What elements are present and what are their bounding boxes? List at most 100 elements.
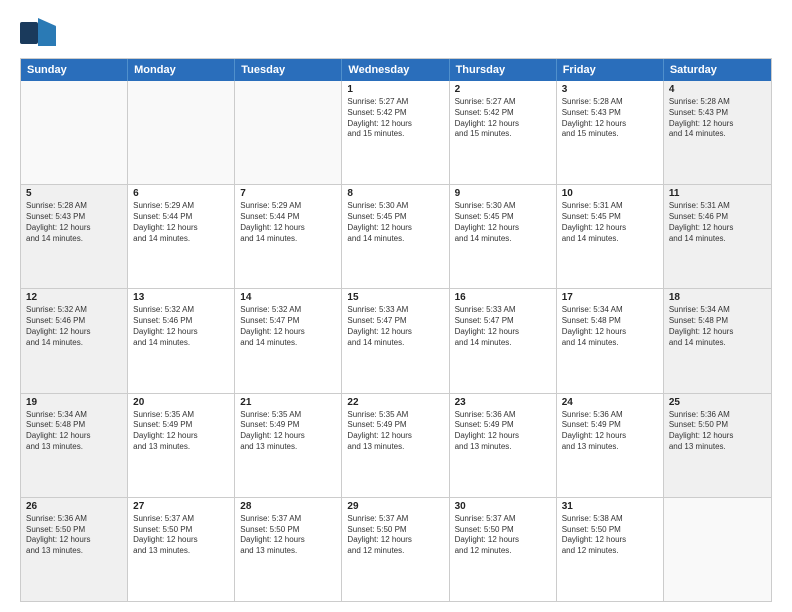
weekday-header: Sunday [21, 59, 128, 81]
cell-info: Sunrise: 5:35 AM Sunset: 5:49 PM Dayligh… [347, 410, 443, 453]
cell-info: Sunrise: 5:32 AM Sunset: 5:47 PM Dayligh… [240, 305, 336, 348]
cell-info: Sunrise: 5:37 AM Sunset: 5:50 PM Dayligh… [240, 514, 336, 557]
day-number: 18 [669, 292, 766, 303]
calendar-cell: 7Sunrise: 5:29 AM Sunset: 5:44 PM Daylig… [235, 185, 342, 288]
calendar-cell: 31Sunrise: 5:38 AM Sunset: 5:50 PM Dayli… [557, 498, 664, 601]
calendar-cell: 2 Sunrise: 5:27 AM Sunset: 5:42 PM Daylig… [450, 81, 557, 184]
day-number: 9 [455, 188, 551, 199]
empty-cell [664, 498, 771, 601]
empty-cell [128, 81, 235, 184]
calendar-row: 12 Sunrise: 5:32 AM Sunset: 5:46 PM Dayli… [21, 288, 771, 392]
calendar-cell: 8Sunrise: 5:30 AM Sunset: 5:45 PM Daylig… [342, 185, 449, 288]
calendar-cell: 26Sunrise: 5:36 AM Sunset: 5:50 PM Dayli… [21, 498, 128, 601]
day-number: 25 [669, 397, 766, 408]
day-number: 17 [562, 292, 658, 303]
day-number: 8 [347, 188, 443, 199]
calendar-row: 1 Sunrise: 5:27 AM Sunset: 5:42 PM Daylig… [21, 81, 771, 184]
empty-cell [235, 81, 342, 184]
cell-info: Sunrise: 5:32 AM Sunset: 5:46 PM Dayligh… [133, 305, 229, 348]
calendar-cell: 5 Sunrise: 5:28 AM Sunset: 5:43 PM Daylig… [21, 185, 128, 288]
cell-info: Sunrise: 5:28 AM Sunset: 5:43 PM Dayligh… [562, 97, 658, 140]
calendar-cell: 1 Sunrise: 5:27 AM Sunset: 5:42 PM Daylig… [342, 81, 449, 184]
calendar-cell: 28 Sunrise: 5:37 AM Sunset: 5:50 PM Dayli… [235, 498, 342, 601]
calendar-cell: 20 Sunrise: 5:35 AM Sunset: 5:49 PM Dayli… [128, 394, 235, 497]
day-number: 24 [562, 397, 658, 408]
calendar-header: SundayMondayTuesdayWednesdayThursdayFrid… [21, 59, 771, 81]
calendar-cell: 29Sunrise: 5:37 AM Sunset: 5:50 PM Dayli… [342, 498, 449, 601]
calendar-cell: 25 Sunrise: 5:36 AM Sunset: 5:50 PM Dayli… [664, 394, 771, 497]
cell-info: Sunrise: 5:30 AM Sunset: 5:45 PM Dayligh… [455, 201, 551, 244]
calendar-cell: 6 Sunrise: 5:29 AM Sunset: 5:44 PM Daylig… [128, 185, 235, 288]
day-number: 2 [455, 84, 551, 95]
day-number: 5 [26, 188, 122, 199]
cell-info: Sunrise: 5:28 AM Sunset: 5:43 PM Dayligh… [26, 201, 122, 244]
cell-info: Sunrise: 5:33 AM Sunset: 5:47 PM Dayligh… [455, 305, 551, 348]
day-number: 11 [669, 188, 766, 199]
day-number: 6 [133, 188, 229, 199]
page: SundayMondayTuesdayWednesdayThursdayFrid… [0, 0, 792, 612]
cell-info: Sunrise: 5:36 AM Sunset: 5:50 PM Dayligh… [669, 410, 766, 453]
day-number: 16 [455, 292, 551, 303]
calendar-cell: 17 Sunrise: 5:34 AM Sunset: 5:48 PM Dayli… [557, 289, 664, 392]
calendar-row: 19Sunrise: 5:34 AM Sunset: 5:48 PM Dayli… [21, 393, 771, 497]
weekday-header: Wednesday [342, 59, 449, 81]
calendar-cell: 16 Sunrise: 5:33 AM Sunset: 5:47 PM Dayli… [450, 289, 557, 392]
day-number: 19 [26, 397, 122, 408]
cell-info: Sunrise: 5:37 AM Sunset: 5:50 PM Dayligh… [455, 514, 551, 557]
calendar-cell: 24 Sunrise: 5:36 AM Sunset: 5:49 PM Dayli… [557, 394, 664, 497]
day-number: 13 [133, 292, 229, 303]
cell-info: Sunrise: 5:37 AM Sunset: 5:50 PM Dayligh… [347, 514, 443, 557]
day-number: 1 [347, 84, 443, 95]
cell-info: Sunrise: 5:32 AM Sunset: 5:46 PM Dayligh… [26, 305, 122, 348]
day-number: 10 [562, 188, 658, 199]
cell-info: Sunrise: 5:36 AM Sunset: 5:49 PM Dayligh… [562, 410, 658, 453]
calendar-row: 26Sunrise: 5:36 AM Sunset: 5:50 PM Dayli… [21, 497, 771, 601]
calendar-cell: 18 Sunrise: 5:34 AM Sunset: 5:48 PM Dayli… [664, 289, 771, 392]
calendar-cell: 14Sunrise: 5:32 AM Sunset: 5:47 PM Dayli… [235, 289, 342, 392]
calendar-row: 5 Sunrise: 5:28 AM Sunset: 5:43 PM Daylig… [21, 184, 771, 288]
cell-info: Sunrise: 5:36 AM Sunset: 5:49 PM Dayligh… [455, 410, 551, 453]
cell-info: Sunrise: 5:31 AM Sunset: 5:45 PM Dayligh… [562, 201, 658, 244]
logo-icon [20, 18, 56, 48]
weekday-header: Friday [557, 59, 664, 81]
day-number: 4 [669, 84, 766, 95]
day-number: 28 [240, 501, 336, 512]
calendar-cell: 27Sunrise: 5:37 AM Sunset: 5:50 PM Dayli… [128, 498, 235, 601]
weekday-header: Saturday [664, 59, 771, 81]
cell-info: Sunrise: 5:34 AM Sunset: 5:48 PM Dayligh… [562, 305, 658, 348]
day-number: 7 [240, 188, 336, 199]
weekday-header: Tuesday [235, 59, 342, 81]
calendar-cell: 12 Sunrise: 5:32 AM Sunset: 5:46 PM Dayli… [21, 289, 128, 392]
calendar-cell: 15 Sunrise: 5:33 AM Sunset: 5:47 PM Dayli… [342, 289, 449, 392]
cell-info: Sunrise: 5:35 AM Sunset: 5:49 PM Dayligh… [240, 410, 336, 453]
calendar-cell: 10 Sunrise: 5:31 AM Sunset: 5:45 PM Dayli… [557, 185, 664, 288]
calendar-cell: 21Sunrise: 5:35 AM Sunset: 5:49 PM Dayli… [235, 394, 342, 497]
day-number: 12 [26, 292, 122, 303]
cell-info: Sunrise: 5:34 AM Sunset: 5:48 PM Dayligh… [669, 305, 766, 348]
calendar-cell: 9 Sunrise: 5:30 AM Sunset: 5:45 PM Daylig… [450, 185, 557, 288]
calendar-cell: 22 Sunrise: 5:35 AM Sunset: 5:49 PM Dayli… [342, 394, 449, 497]
cell-info: Sunrise: 5:29 AM Sunset: 5:44 PM Dayligh… [133, 201, 229, 244]
calendar-cell: 23Sunrise: 5:36 AM Sunset: 5:49 PM Dayli… [450, 394, 557, 497]
calendar-cell: 30 Sunrise: 5:37 AM Sunset: 5:50 PM Dayli… [450, 498, 557, 601]
day-number: 15 [347, 292, 443, 303]
calendar-cell: 3Sunrise: 5:28 AM Sunset: 5:43 PM Daylig… [557, 81, 664, 184]
calendar-cell: 11 Sunrise: 5:31 AM Sunset: 5:46 PM Dayli… [664, 185, 771, 288]
cell-info: Sunrise: 5:28 AM Sunset: 5:43 PM Dayligh… [669, 97, 766, 140]
day-number: 22 [347, 397, 443, 408]
cell-info: Sunrise: 5:36 AM Sunset: 5:50 PM Dayligh… [26, 514, 122, 557]
cell-info: Sunrise: 5:27 AM Sunset: 5:42 PM Dayligh… [455, 97, 551, 140]
day-number: 20 [133, 397, 229, 408]
weekday-header: Monday [128, 59, 235, 81]
calendar-cell: 4 Sunrise: 5:28 AM Sunset: 5:43 PM Daylig… [664, 81, 771, 184]
calendar-cell: 13 Sunrise: 5:32 AM Sunset: 5:46 PM Dayli… [128, 289, 235, 392]
header [20, 18, 772, 48]
cell-info: Sunrise: 5:27 AM Sunset: 5:42 PM Dayligh… [347, 97, 443, 140]
calendar-body: 1 Sunrise: 5:27 AM Sunset: 5:42 PM Daylig… [21, 81, 771, 601]
cell-info: Sunrise: 5:33 AM Sunset: 5:47 PM Dayligh… [347, 305, 443, 348]
cell-info: Sunrise: 5:35 AM Sunset: 5:49 PM Dayligh… [133, 410, 229, 453]
calendar-cell: 19Sunrise: 5:34 AM Sunset: 5:48 PM Dayli… [21, 394, 128, 497]
day-number: 30 [455, 501, 551, 512]
calendar: SundayMondayTuesdayWednesdayThursdayFrid… [20, 58, 772, 602]
cell-info: Sunrise: 5:31 AM Sunset: 5:46 PM Dayligh… [669, 201, 766, 244]
